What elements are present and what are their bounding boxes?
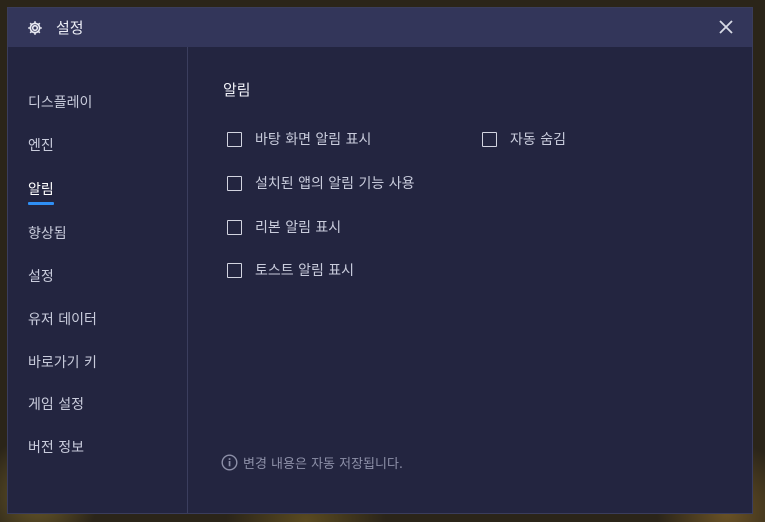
title-bar: 설정: [8, 8, 752, 47]
app-notifications-checkbox[interactable]: [227, 175, 242, 191]
desktop-notifications-checkbox[interactable]: [227, 131, 242, 147]
sidebar-item-label: 향상됨: [28, 226, 67, 242]
close-icon[interactable]: [718, 19, 734, 35]
sidebar-item-version-info[interactable]: 버전 정보: [28, 437, 84, 457]
settings-sidebar: 디스플레이 엔진 알림 향상됨 설정 유저 데이터 바로가기 키 게임 설정 버…: [8, 47, 188, 513]
active-tab-indicator: [28, 202, 54, 205]
option-ribbon-notifications[interactable]: 리본 알림 표시: [227, 217, 341, 237]
sidebar-item-user-data[interactable]: 유저 데이터: [28, 309, 97, 329]
option-label: 토스트 알림 표시: [255, 263, 355, 279]
sidebar-item-label: 디스플레이: [28, 95, 93, 111]
autosave-note: 변경 내용은 자동 저장됩니다.: [221, 453, 403, 472]
option-auto-hide[interactable]: 자동 숨김: [482, 129, 566, 149]
sidebar-item-game-settings[interactable]: 게임 설정: [28, 394, 84, 414]
option-label: 리본 알림 표시: [255, 220, 342, 236]
gear-icon: [27, 20, 43, 36]
dialog-title: 설정: [56, 19, 84, 37]
sidebar-item-shortcut-keys[interactable]: 바로가기 키: [28, 352, 97, 372]
option-desktop-notifications[interactable]: 바탕 화면 알림 표시: [227, 129, 371, 149]
sidebar-item-label: 유저 데이터: [28, 312, 97, 328]
sidebar-item-label: 설정: [28, 269, 54, 285]
section-title: 알림: [223, 81, 251, 99]
option-label: 설치된 앱의 알림 기능 사용: [255, 176, 415, 192]
sidebar-item-label: 엔진: [28, 138, 54, 154]
option-app-notifications[interactable]: 설치된 앱의 알림 기능 사용: [227, 173, 414, 193]
option-label: 바탕 화면 알림 표시: [255, 132, 372, 148]
sidebar-item-notifications[interactable]: 알림: [28, 179, 54, 205]
auto-hide-checkbox[interactable]: [482, 131, 497, 147]
sidebar-item-label: 버전 정보: [28, 440, 84, 456]
sidebar-item-label: 바로가기 키: [28, 355, 97, 371]
sidebar-item-display[interactable]: 디스플레이: [28, 92, 92, 112]
toast-notifications-checkbox[interactable]: [227, 262, 242, 278]
info-icon: [221, 454, 238, 471]
ribbon-notifications-checkbox[interactable]: [227, 219, 242, 235]
sidebar-item-engine[interactable]: 엔진: [28, 135, 54, 155]
sidebar-item-label: 알림: [28, 182, 54, 198]
sidebar-item-preferences[interactable]: 설정: [28, 266, 54, 286]
sidebar-item-advanced[interactable]: 향상됨: [28, 223, 67, 243]
settings-dialog: 설정 디스플레이 엔진 알림 향상됨 설정 유저 데이터 바로가기 키 게임 설…: [7, 7, 753, 514]
sidebar-item-label: 게임 설정: [28, 397, 84, 413]
option-label: 자동 숨김: [510, 132, 566, 148]
option-toast-notifications[interactable]: 토스트 알림 표시: [227, 260, 354, 280]
autosave-note-text: 변경 내용은 자동 저장됩니다.: [243, 457, 404, 472]
